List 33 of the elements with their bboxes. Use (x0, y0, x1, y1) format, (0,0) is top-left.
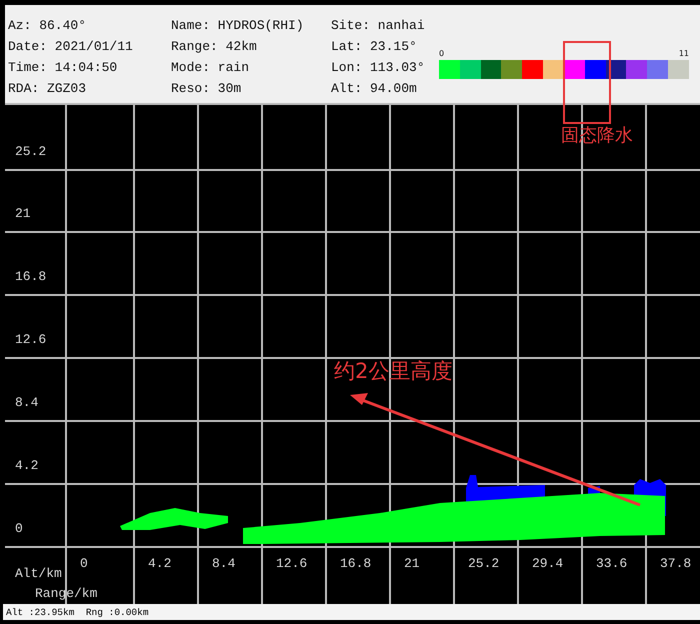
status-text: Alt :23.95km Rng :0.00km (5, 606, 149, 618)
info-text: Lon: 113.03° (331, 59, 426, 77)
x-tick-label: 16.8 (340, 556, 372, 571)
x-tick-label: 25.2 (468, 556, 500, 571)
legend-min-label: 0 (439, 49, 444, 58)
x-tick-label: 29.4 (532, 556, 564, 571)
x-tick-label: 37.8 (660, 556, 692, 571)
info-text: RDA: ZGZ03 (8, 80, 88, 98)
info-text: Time: 14:04:50 (8, 59, 118, 77)
y-tick-label: 16.8 (15, 269, 46, 284)
x-tick-label: 33.6 (596, 556, 628, 571)
info-text: Lat: 23.15° (331, 38, 418, 56)
x-tick-label: 0 (80, 556, 88, 571)
y-tick-label: 21 (15, 206, 31, 221)
info-text: Site: nanhai (331, 17, 426, 35)
x-tick-label: 12.6 (276, 556, 308, 571)
info-text: Range: 42km (171, 38, 258, 56)
info-text: Reso: 30m (171, 80, 242, 98)
y-axis-label: Alt/km (15, 566, 62, 581)
x-tick-label: 21 (404, 556, 420, 571)
y-tick-label: 12.6 (15, 332, 46, 347)
info-text: Mode: rain (171, 59, 250, 77)
legend-max-label: 11 (678, 49, 689, 58)
info-text: Az: 86.40° (8, 17, 88, 35)
y-tick-label: 8.4 (15, 395, 38, 410)
info-text: Name: HYDROS(RHI) (171, 17, 305, 35)
x-tick-label: 4.2 (148, 556, 172, 571)
info-text: Alt: 94.00m (331, 80, 418, 98)
x-tick-label: 8.4 (212, 556, 236, 571)
y-tick-label: 25.2 (15, 144, 46, 159)
y-tick-label: 4.2 (15, 458, 38, 473)
info-text: Date: 2021/01/11 (8, 38, 134, 56)
y-tick-label: 0 (15, 521, 23, 536)
